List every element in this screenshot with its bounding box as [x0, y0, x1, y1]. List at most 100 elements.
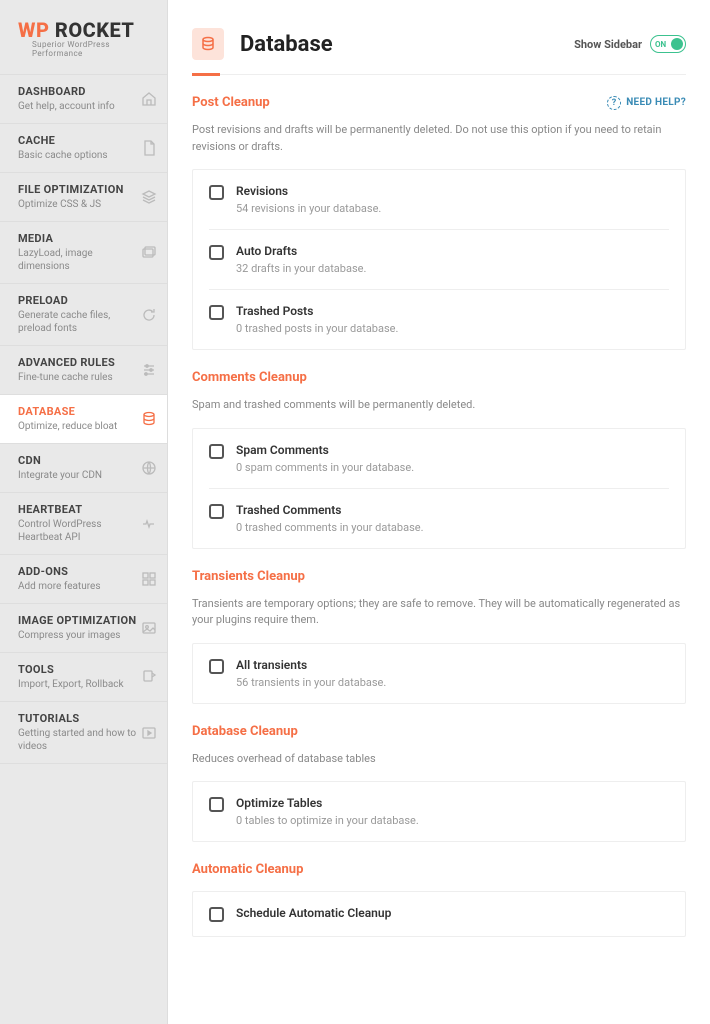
option-row: Trashed Comments 0 trashed comments in yo… [209, 489, 669, 548]
nav-desc: Get help, account info [18, 100, 137, 113]
nav-desc: Import, Export, Rollback [18, 678, 137, 691]
section-desc: Post revisions and drafts will be perman… [192, 122, 686, 155]
option-row: Trashed Posts 0 trashed posts in your dat… [209, 290, 669, 349]
images-icon [141, 245, 157, 261]
sidebar-item-dashboard[interactable]: DASHBOARD Get help, account info [0, 74, 167, 124]
nav-list: DASHBOARD Get help, account info CACHEBasi… [0, 74, 167, 764]
sidebar-item-file-optimization[interactable]: FILE OPTIMIZATION Optimize CSS & JS [0, 173, 167, 222]
option-row: Spam Comments 0 spam comments in your dat… [209, 429, 669, 489]
option-title: All transients [236, 658, 669, 672]
image-opt-icon [141, 620, 157, 636]
header-rule [192, 74, 686, 75]
option-row: Optimize Tables 0 tables to optimize in y… [209, 782, 669, 841]
checkbox[interactable] [209, 504, 224, 519]
sidebar-item-tutorials[interactable]: TUTORIALSGetting started and how to vide… [0, 702, 167, 764]
option-title: Spam Comments [236, 443, 669, 457]
section-title: Database Cleanup [192, 724, 298, 739]
globe-icon [141, 460, 157, 476]
nav-desc: Generate cache files, preload fonts [18, 309, 137, 335]
checkbox[interactable] [209, 444, 224, 459]
nav-desc: Optimize CSS & JS [18, 198, 137, 211]
option-title: Optimize Tables [236, 796, 669, 810]
section-title: Transients Cleanup [192, 569, 305, 584]
nav-desc: Compress your images [18, 629, 137, 642]
nav-title: PRELOAD [18, 294, 137, 307]
nav-desc: Add more features [18, 580, 137, 593]
checkbox[interactable] [209, 659, 224, 674]
checkbox[interactable] [209, 907, 224, 922]
nav-title: MEDIA [18, 232, 137, 245]
page-header: Database Show Sidebar ON [168, 0, 710, 74]
option-sub: 0 spam comments in your database. [236, 461, 669, 474]
checkbox[interactable] [209, 305, 224, 320]
addons-icon [141, 571, 157, 587]
refresh-icon [141, 307, 157, 323]
nav-desc: Control WordPress Heartbeat API [18, 518, 137, 544]
section-post-cleanup: Post Cleanup ? NEED HELP? Post revisions… [168, 75, 710, 350]
sidebar-item-preload[interactable]: PRELOAD Generate cache files, preload fon… [0, 284, 167, 346]
need-help-label: NEED HELP? [626, 97, 686, 108]
nav-desc: LazyLoad, image dimensions [18, 247, 137, 273]
nav-desc: Getting started and how to videos [18, 727, 137, 753]
need-help-link[interactable]: ? NEED HELP? [607, 96, 686, 110]
sidebar-item-cdn[interactable]: CDNIntegrate your CDN [0, 444, 167, 493]
section-comments-cleanup: Comments Cleanup Spam and trashed commen… [168, 350, 710, 549]
sidebar-item-media[interactable]: MEDIA LazyLoad, image dimensions [0, 222, 167, 284]
option-sub: 54 revisions in your database. [236, 202, 669, 215]
file-icon [141, 140, 157, 156]
option-title: Schedule Automatic Cleanup [236, 906, 669, 920]
option-row: Schedule Automatic Cleanup [209, 892, 669, 936]
option-box: Schedule Automatic Cleanup [192, 891, 686, 937]
option-sub: 56 transients in your database. [236, 676, 669, 689]
tools-icon [141, 669, 157, 685]
checkbox[interactable] [209, 797, 224, 812]
nav-title: ADVANCED RULES [18, 356, 137, 369]
sidebar-item-advanced-rules[interactable]: ADVANCED RULES Fine-tune cache rules [0, 346, 167, 395]
option-title: Trashed Comments [236, 503, 669, 517]
option-sub: 0 tables to optimize in your database. [236, 814, 669, 827]
option-row: Auto Drafts 32 drafts in your database. [209, 230, 669, 290]
sidebar-item-database[interactable]: DATABASE Optimize, reduce bloat [0, 395, 167, 444]
option-box: Revisions 54 revisions in your database. A… [192, 169, 686, 350]
sidebar-item-tools[interactable]: TOOLSImport, Export, Rollback [0, 653, 167, 702]
option-box: Optimize Tables 0 tables to optimize in y… [192, 781, 686, 842]
sliders-icon [141, 362, 157, 378]
option-box: All transients 56 transients in your data… [192, 643, 686, 704]
sidebar-item-image-optimization[interactable]: IMAGE OPTIMIZATIONCompress your images [0, 604, 167, 653]
checkbox[interactable] [209, 245, 224, 260]
nav-desc: Integrate your CDN [18, 469, 137, 482]
main-content: Database Show Sidebar ON Post Cleanup ? … [168, 0, 710, 1024]
nav-desc: Fine-tune cache rules [18, 371, 137, 384]
sidebar-item-heartbeat[interactable]: HEARTBEAT Control WordPress Heartbeat API [0, 493, 167, 555]
layers-icon [141, 189, 157, 205]
heartbeat-icon [141, 516, 157, 532]
database-icon [192, 28, 224, 60]
sidebar-item-cache[interactable]: CACHEBasic cache options [0, 124, 167, 173]
option-title: Auto Drafts [236, 244, 669, 258]
nav-title: DATABASE [18, 405, 137, 418]
home-icon [141, 91, 157, 107]
database-icon [141, 411, 157, 427]
sidebar-item-add-ons[interactable]: ADD-ONSAdd more features [0, 555, 167, 604]
nav-desc: Optimize, reduce bloat [18, 420, 137, 433]
show-sidebar-toggle[interactable]: ON [650, 35, 686, 53]
page-title: Database [240, 32, 333, 57]
checkbox[interactable] [209, 185, 224, 200]
section-transients-cleanup: Transients Cleanup Transients are tempor… [168, 549, 710, 704]
logo-tagline: Superior WordPress Performance [32, 40, 153, 58]
nav-title: CACHE [18, 134, 137, 147]
section-database-cleanup: Database Cleanup Reduces overhead of dat… [168, 704, 710, 843]
option-title: Revisions [236, 184, 669, 198]
nav-title: DASHBOARD [18, 85, 137, 98]
nav-title: HEARTBEAT [18, 503, 137, 516]
option-title: Trashed Posts [236, 304, 669, 318]
sidebar: WP ROCKET Superior WordPress Performance… [0, 0, 168, 1024]
nav-title: FILE OPTIMIZATION [18, 183, 137, 196]
option-sub: 0 trashed comments in your database. [236, 521, 669, 534]
option-row: Revisions 54 revisions in your database. [209, 170, 669, 230]
option-row: All transients 56 transients in your data… [209, 644, 669, 703]
option-sub: 0 trashed posts in your database. [236, 322, 669, 335]
play-icon [141, 725, 157, 741]
section-automatic-cleanup: Automatic Cleanup Schedule Automatic Cle… [168, 842, 710, 937]
option-sub: 32 drafts in your database. [236, 262, 669, 275]
